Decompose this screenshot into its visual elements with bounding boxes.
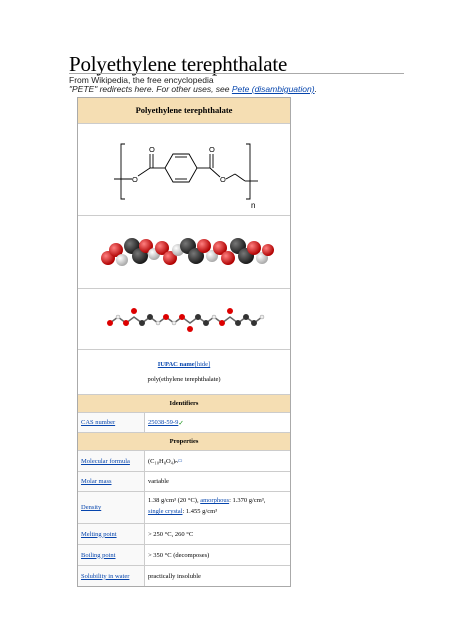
molar-mass-value: variable	[145, 472, 290, 491]
cas-number-value[interactable]: 25038-59-9	[148, 419, 178, 426]
single-crystal-link[interactable]: single crystal	[148, 508, 182, 515]
density-link[interactable]: Density	[81, 504, 101, 511]
skeletal-formula-svg: O O O O n	[114, 143, 258, 210]
ball-and-stick-svg	[107, 308, 265, 332]
svg-text:O: O	[209, 145, 215, 154]
amorphous-link[interactable]: amorphous	[200, 497, 229, 504]
density-value: 1.38 g/cm³ (20 °C), amorphous: 1.370 g/c…	[145, 492, 290, 523]
space-filling-svg	[101, 238, 274, 266]
molecular-formula-link[interactable]: Molecular formula	[81, 458, 130, 465]
molecular-formula-value: (C₁₀H₈O₄)ₙ	[148, 458, 178, 465]
density-text-1: 1.38 g/cm³ (20 °C),	[148, 497, 199, 504]
boiling-point-value: > 350 °C (decomposes)	[145, 545, 290, 565]
cas-number-row: CAS number 25038-59-9 ✓	[78, 413, 290, 433]
svg-text:O: O	[149, 145, 155, 154]
svg-text:O: O	[132, 175, 138, 184]
space-filling-model-image	[78, 216, 290, 289]
chembox-infobox: Polyethylene terephthalate O O O O n IUP…	[77, 97, 291, 587]
hatnote-suffix: .	[314, 84, 317, 94]
density-text-3: : 1.455 g/cm³	[182, 508, 218, 515]
iupac-name-section: IUPAC name[hide] poly(ethylene terephtha…	[78, 350, 290, 395]
solubility-link[interactable]: Solubility in water	[81, 573, 129, 580]
molar-mass-row: Molar mass variable	[78, 472, 290, 492]
melting-point-value: > 250 °C, 260 °C	[145, 524, 290, 544]
title-underline	[69, 73, 404, 74]
edit-icon[interactable]: ▭	[178, 458, 183, 464]
solubility-value: practically insoluble	[145, 566, 290, 586]
density-text-2: : 1.370 g/cm³,	[229, 497, 266, 504]
solubility-row: Solubility in water practically insolubl…	[78, 566, 290, 586]
repeat-unit-n: n	[251, 201, 255, 210]
ball-and-stick-model-image	[78, 289, 290, 350]
melting-point-row: Melting point > 250 °C, 260 °C	[78, 524, 290, 545]
disambiguation-link[interactable]: Pete (disambiguation)	[232, 84, 315, 94]
molar-mass-link[interactable]: Molar mass	[81, 478, 112, 485]
boiling-point-row: Boiling point > 350 °C (decomposes)	[78, 545, 290, 566]
boiling-point-link[interactable]: Boiling point	[81, 552, 116, 559]
svg-text:O: O	[220, 175, 226, 184]
cas-number-link[interactable]: CAS number	[81, 419, 115, 426]
verified-check-icon: ✓	[178, 419, 184, 427]
melting-point-link[interactable]: Melting point	[81, 531, 117, 538]
molecular-formula-row: Molecular formula (C₁₀H₈O₄)ₙ ▭	[78, 451, 290, 472]
identifiers-header: Identifiers	[78, 395, 290, 413]
infobox-title: Polyethylene terephthalate	[78, 98, 290, 124]
hatnote: "PETE" redirects here. For other uses, s…	[69, 84, 317, 94]
hatnote-text: "PETE" redirects here. For other uses, s…	[69, 84, 232, 94]
iupac-name-value: poly(ethylene terephthalate)	[147, 376, 221, 383]
iupac-hide-toggle[interactable]: [hide]	[195, 361, 211, 368]
density-row: Density 1.38 g/cm³ (20 °C), amorphous: 1…	[78, 492, 290, 524]
iupac-name-link[interactable]: IUPAC name	[158, 361, 195, 368]
structural-formula-image: O O O O n	[78, 124, 290, 216]
properties-header: Properties	[78, 433, 290, 451]
